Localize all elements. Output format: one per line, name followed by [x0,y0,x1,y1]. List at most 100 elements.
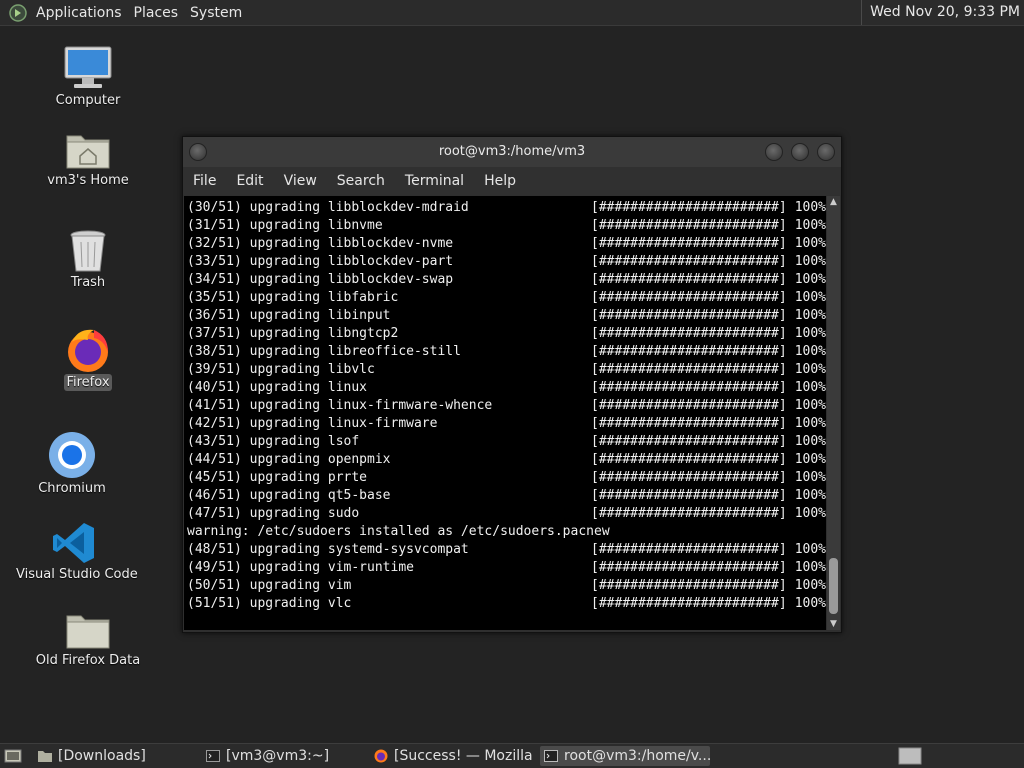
top-panel: Applications Places System Wed Nov 20, 9… [0,0,1024,26]
terminal-line: (30/51) upgrading libblockdev-mdraid [###… [187,199,826,217]
terminal-scrollbar[interactable]: ▲ ▼ [827,196,840,630]
terminal-lines: (30/51) upgrading libblockdev-mdraid [###… [184,196,826,613]
terminal-line-text: warning: /etc/sudoers installed as /etc/… [187,524,610,539]
terminal-line-text: (30/51) upgrading libblockdev-mdraid [187,200,469,215]
desktop-icon-computer[interactable]: Computer [48,44,128,109]
system-menu[interactable]: System [184,5,248,21]
terminal-line: (36/51) upgrading libinput [#############… [187,307,826,325]
progress-percent: 100% [794,218,826,233]
progress-bar-text: [#######################] [591,542,787,557]
desktop-icon-trash[interactable]: Trash [48,228,128,291]
applications-menu[interactable]: Applications [30,5,128,21]
terminal-line-text: (37/51) upgrading libngtcp2 [187,326,399,341]
menu-edit[interactable]: Edit [226,173,273,189]
desktop-icon-firefox[interactable]: Firefox [48,326,128,391]
terminal-line-text: (48/51) upgrading systemd-sysvcompat [187,542,469,557]
desktop-icon-label: vm3's Home [47,173,129,188]
terminal-line: (32/51) upgrading libblockdev-nvme [#####… [187,235,826,253]
menu-view[interactable]: View [274,173,327,189]
terminal-icon [206,750,220,762]
progress-percent: 100% [794,254,826,269]
progress-percent: 100% [794,578,826,593]
terminal-line: warning: /etc/sudoers installed as /etc/… [187,523,826,541]
maximize-button[interactable] [791,143,809,161]
terminal-line: (46/51) upgrading qt5-base [#############… [187,487,826,505]
terminal-line: (45/51) upgrading prrte [################… [187,469,826,487]
terminal-line: (39/51) upgrading libvlc [###############… [187,361,826,379]
terminal-line: (43/51) upgrading lsof [#################… [187,433,826,451]
clock[interactable]: Wed Nov 20, 9:33 PM [861,0,1024,25]
desktop-icon-label: Firefox [64,374,112,391]
close-button[interactable] [817,143,835,161]
progress-percent: 100% [794,272,826,287]
task-terminal-home[interactable]: [vm3@vm3:~] [206,746,368,766]
terminal-line-text: (36/51) upgrading libinput [187,308,391,323]
desktop-icon-label: Computer [55,93,121,108]
terminal-line-text: (47/51) upgrading sudo [187,506,360,521]
progress-bar-text: [#######################] [591,434,787,449]
home-folder-icon [66,135,110,169]
menu-search[interactable]: Search [327,173,395,189]
terminal-line-text: (50/51) upgrading vim [187,578,352,593]
task-label: [Success! — Mozilla ... [394,748,534,764]
task-terminal-root[interactable]: root@vm3:/home/v... [540,746,710,766]
desktop-icon-vscode[interactable]: Visual Studio Code [14,520,138,583]
terminal-line: (42/51) upgrading linux-firmware [#######… [187,415,826,433]
terminal-line-text: (46/51) upgrading qt5-base [187,488,391,503]
terminal-line-text: (33/51) upgrading libblockdev-part [187,254,454,269]
show-desktop-icon[interactable] [4,747,22,765]
terminal-line-text: (40/51) upgrading linux [187,380,368,395]
menu-terminal[interactable]: Terminal [395,173,474,189]
terminal-line: (44/51) upgrading openpmix [#############… [187,451,826,469]
terminal-line-text: (31/51) upgrading libnvme [187,218,383,233]
desktop-icon-home[interactable]: vm3's Home [38,128,138,189]
folder-icon [38,751,52,762]
terminal-line: (34/51) upgrading libblockdev-swap [#####… [187,271,826,289]
terminal-line-text: (34/51) upgrading libblockdev-swap [187,272,454,287]
progress-percent: 100% [794,380,826,395]
window-title: root@vm3:/home/vm3 [438,144,586,159]
terminal-line-text: (51/51) upgrading vlc [187,596,352,611]
progress-bar-text: [#######################] [591,470,787,485]
firefox-icon [374,749,388,763]
terminal-line: (41/51) upgrading linux-firmware-whence [… [187,397,826,415]
terminal-line: (51/51) upgrading vlc [##################… [187,595,826,613]
progress-percent: 100% [794,236,826,251]
terminal-line: (48/51) upgrading systemd-sysvcompat [###… [187,541,826,559]
scrollbar-thumb[interactable] [829,558,838,614]
progress-percent: 100% [794,506,826,521]
task-firefox[interactable]: [Success! — Mozilla ... [374,746,534,766]
window-menu-button[interactable] [189,143,207,161]
desktop-icon-chromium[interactable]: Chromium [32,430,112,497]
terminal-window[interactable]: root@vm3:/home/vm3 File Edit View Search… [182,136,842,633]
trash-icon [70,230,106,272]
applications-menu-icon[interactable] [8,3,28,23]
progress-bar-text: [#######################] [591,488,787,503]
task-downloads[interactable]: [Downloads] [38,746,198,766]
scroll-up-arrow-icon[interactable]: ▲ [827,196,840,208]
minimize-button[interactable] [765,143,783,161]
places-menu[interactable]: Places [128,5,185,21]
progress-bar-text: [#######################] [591,560,787,575]
progress-bar-text: [#######################] [591,416,787,431]
terminal-line-text: (32/51) upgrading libblockdev-nvme [187,236,454,251]
desktop-icon-label: Old Firefox Data [35,653,141,668]
menu-file[interactable]: File [183,173,226,189]
workspace-switcher-icon[interactable] [898,747,922,765]
progress-bar-text: [#######################] [591,218,787,233]
terminal-line-text: (41/51) upgrading linux-firmware-whence [187,398,493,413]
terminal-line-text: (44/51) upgrading openpmix [187,452,391,467]
progress-percent: 100% [794,488,826,503]
vscode-icon [53,523,94,563]
terminal-output[interactable]: (30/51) upgrading libblockdev-mdraid [###… [184,196,826,630]
window-titlebar[interactable]: root@vm3:/home/vm3 [183,137,841,167]
terminal-icon [544,750,558,762]
terminal-line-text: (45/51) upgrading prrte [187,470,368,485]
scroll-down-arrow-icon[interactable]: ▼ [827,618,840,630]
terminal-line-text: (43/51) upgrading lsof [187,434,360,449]
desktop-icon-old-firefox-data[interactable]: Old Firefox Data [28,608,148,669]
terminal-line-text: (49/51) upgrading vim-runtime [187,560,414,575]
terminal-line: (50/51) upgrading vim [##################… [187,577,826,595]
menu-help[interactable]: Help [474,173,526,189]
terminal-line: (33/51) upgrading libblockdev-part [#####… [187,253,826,271]
